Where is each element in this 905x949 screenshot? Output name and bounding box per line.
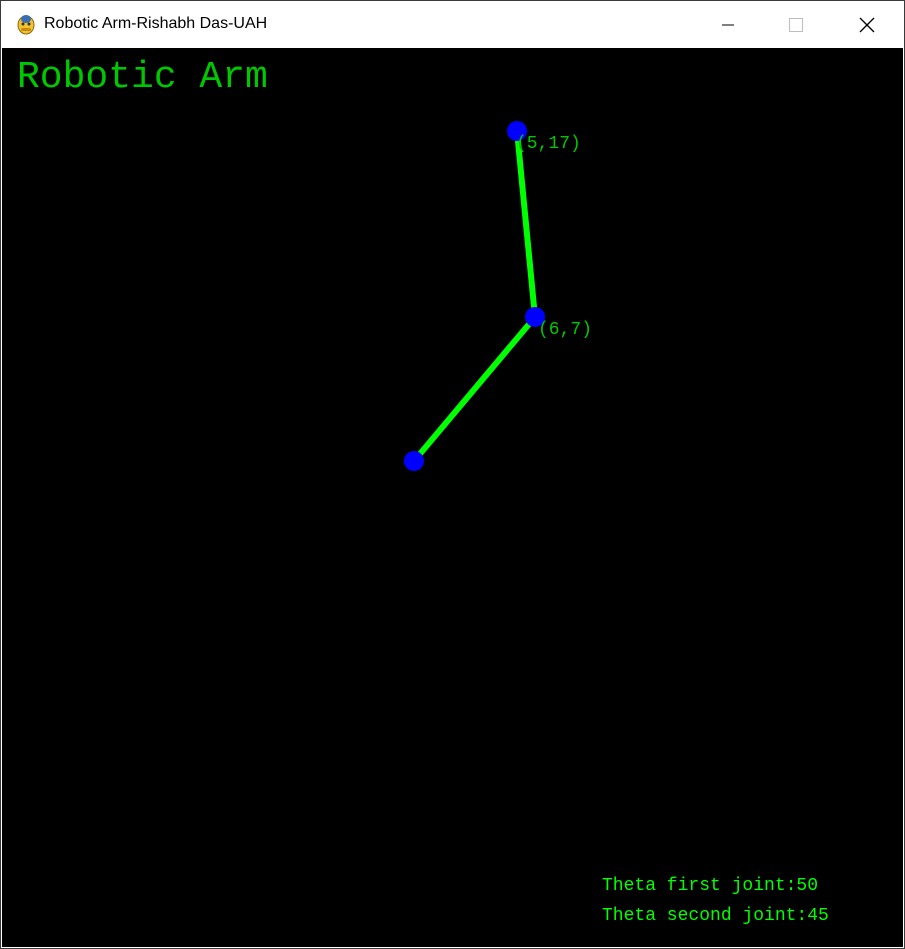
minimize-icon [722,24,734,25]
maximize-button[interactable] [773,1,819,48]
window-title: Robotic Arm-Rishabh Das-UAH [44,15,268,32]
pygame-snake-icon [17,15,35,35]
robotic-arm-drawing [404,121,545,471]
title-bar[interactable]: Robotic Arm-Rishabh Das-UAH [1,1,904,48]
end-effector-coordinate-label: (5,17) [516,134,581,154]
app-window: Robotic Arm-Rishabh Das-UAH Robotic Arm [0,0,905,949]
simulation-canvas[interactable]: Robotic Arm (6,7) (5,17) Theta first joi… [2,48,903,947]
minimize-button[interactable] [705,1,751,48]
maximize-icon [789,17,803,32]
elbow-coordinate-label: (6,7) [538,320,593,340]
joint-base[interactable] [404,451,424,471]
close-button[interactable] [844,1,890,48]
arm-link-upper [411,314,538,464]
theta-second-joint-readout: Theta second joint:45 [602,906,829,926]
theta-first-joint-readout: Theta first joint:50 [602,876,819,896]
arm-link-forearm [514,128,538,320]
close-icon [859,17,875,32]
